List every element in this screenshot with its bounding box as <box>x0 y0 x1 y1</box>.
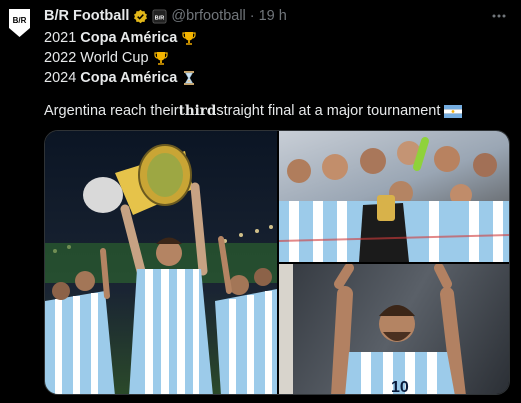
line-2022: 2022 World Cup <box>44 48 197 68</box>
trophy-icon <box>153 52 168 65</box>
author-name[interactable]: B/R Football <box>44 8 129 24</box>
line-title: World Cup <box>80 50 149 66</box>
svg-text:B/R: B/R <box>155 15 165 21</box>
avatar-logo-text: B/R <box>13 16 27 25</box>
separator-dot: · <box>249 8 255 24</box>
tweet-message: Argentina reach their third straight fin… <box>44 101 463 121</box>
message-text-start: Argentina reach their <box>44 103 179 119</box>
verified-badge-icon[interactable] <box>133 9 148 24</box>
line-year: 2024 <box>44 70 77 86</box>
line-title: Copa América <box>80 30 178 46</box>
team-celebration-photo[interactable] <box>279 131 509 262</box>
trophy-icon <box>182 32 196 45</box>
timestamp[interactable]: 19 h <box>259 8 287 24</box>
tweet-text: 2021 Copa América 2022 World Cup 2024 Co… <box>44 28 197 88</box>
line-year: 2022 <box>44 50 77 66</box>
tweet-header: B/R Football B/R @brfootball · 19 h <box>44 6 287 26</box>
jersey-number: 10 <box>391 379 409 395</box>
message-text-end: straight final at a major tournament <box>216 103 441 119</box>
more-options-icon[interactable] <box>491 8 507 24</box>
message-emphasis: third <box>178 103 217 119</box>
media-grid: 10 <box>44 130 510 395</box>
argentina-flag-icon <box>444 104 463 118</box>
line-title: Copa América <box>80 70 178 86</box>
hourglass-icon <box>184 71 195 85</box>
line-2021: 2021 Copa América <box>44 28 197 48</box>
line-year: 2021 <box>44 30 77 46</box>
avatar[interactable]: B/R <box>8 8 31 38</box>
author-handle[interactable]: @brfootball <box>171 8 245 24</box>
line-2024: 2024 Copa América <box>44 68 197 88</box>
affiliate-badge-icon[interactable]: B/R <box>152 8 167 24</box>
trophy-lift-photo[interactable] <box>45 131 277 394</box>
messi-celebration-photo[interactable]: 10 <box>279 264 509 395</box>
